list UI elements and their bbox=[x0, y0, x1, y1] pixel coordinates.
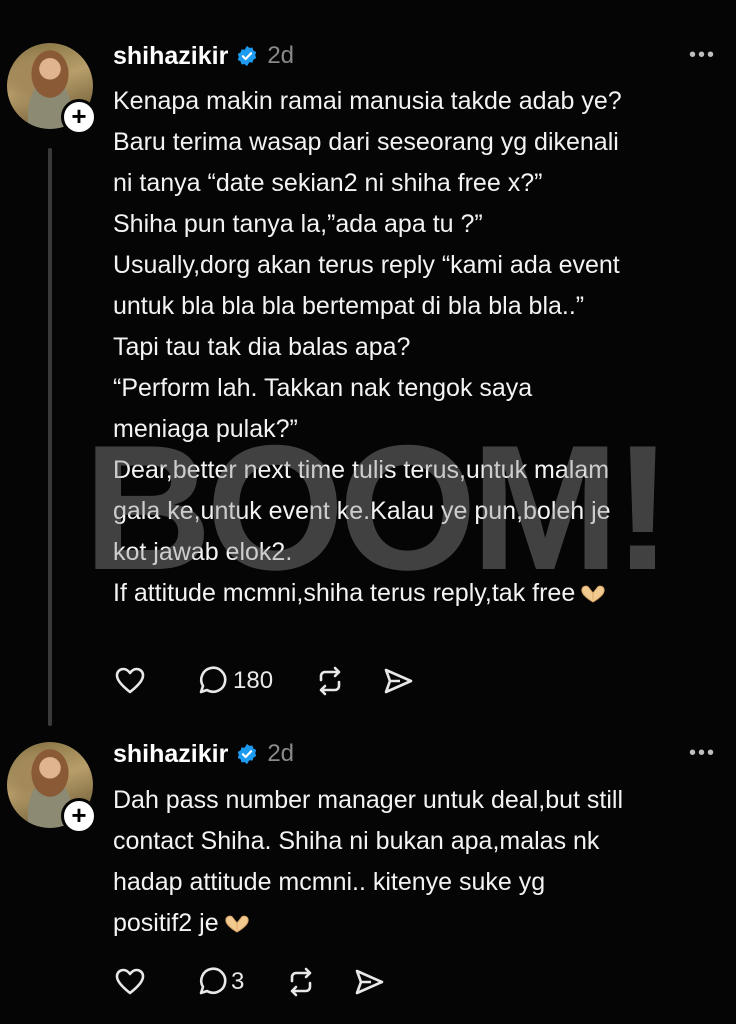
post-line: Usually,dorg akan terus reply “kami ada … bbox=[113, 251, 620, 279]
repost-button[interactable] bbox=[313, 664, 347, 698]
verified-icon bbox=[238, 45, 257, 67]
post-line: Dah pass number manager untuk deal,but s… bbox=[113, 786, 624, 814]
like-button[interactable] bbox=[113, 664, 147, 698]
post-time: 2d bbox=[267, 740, 295, 767]
post-actions: 3 bbox=[113, 962, 386, 1002]
thread-line bbox=[48, 148, 52, 726]
repost-icon bbox=[291, 967, 312, 997]
post-line-last: positif2 je bbox=[113, 903, 728, 944]
username[interactable]: shihazikir bbox=[113, 740, 228, 769]
post-line: untuk bla bla bla bertempat di bla bla b… bbox=[113, 292, 585, 320]
share-button[interactable] bbox=[381, 664, 415, 698]
reply-icon bbox=[199, 967, 227, 995]
post-line: hadap attitude mcmni.. kitenye suke yg bbox=[113, 868, 546, 896]
share-icon bbox=[356, 969, 384, 995]
post-actions: 180 bbox=[113, 661, 415, 701]
post-header: shihazikir 2d bbox=[113, 734, 294, 774]
post-line: gala ke,untuk event ke.Kalau ye pun,bole… bbox=[113, 497, 611, 525]
post-line: Tapi tau tak dia balas apa? bbox=[113, 333, 411, 361]
reply-button[interactable]: 180 bbox=[195, 664, 273, 698]
repost-icon bbox=[319, 666, 341, 696]
share-button[interactable] bbox=[352, 965, 386, 999]
follow-plus-icon[interactable]: + bbox=[61, 99, 97, 135]
heart-icon bbox=[115, 968, 145, 995]
username[interactable]: shihazikir bbox=[113, 42, 228, 71]
reply-count: 3 bbox=[231, 968, 245, 995]
like-button[interactable] bbox=[113, 965, 147, 999]
post-line: Shiha pun tanya la,”ada apa tu ?” bbox=[113, 210, 483, 238]
post-line: If attitude mcmni,shiha terus reply,tak … bbox=[113, 579, 576, 607]
reply-count: 180 bbox=[233, 667, 274, 694]
post-time: 2d bbox=[267, 42, 295, 69]
post-body: Kenapa makin ramai manusia takde adab ye… bbox=[113, 81, 728, 614]
post-line-last: If attitude mcmni,shiha terus reply,tak … bbox=[113, 573, 728, 614]
verified-icon bbox=[238, 743, 257, 765]
post-line: meniaga pulak?” bbox=[113, 415, 298, 443]
more-icon[interactable]: ••• bbox=[689, 44, 716, 67]
post-line: ni tanya “date sekian2 ni shiha free x?” bbox=[113, 169, 543, 197]
post-line: Baru terima wasap dari seseorang yg dike… bbox=[113, 128, 619, 156]
avatar-1[interactable]: + bbox=[7, 43, 97, 135]
avatar-2[interactable]: + bbox=[7, 742, 97, 834]
heart-hands-emoji bbox=[224, 916, 249, 933]
post-line: Kenapa makin ramai manusia takde adab ye… bbox=[113, 87, 622, 115]
post-line: “Perform lah. Takkan nak tengok saya bbox=[113, 374, 533, 402]
heart-hands-emoji bbox=[581, 586, 605, 603]
post-line: Dear,better next time tulis terus,untuk … bbox=[113, 456, 610, 484]
post-line: contact Shiha. Shiha ni bukan apa,malas … bbox=[113, 827, 600, 855]
post-line: positif2 je bbox=[113, 909, 219, 937]
heart-icon bbox=[115, 667, 145, 694]
repost-button[interactable] bbox=[284, 965, 318, 999]
post-body: Dah pass number manager untuk deal,but s… bbox=[113, 780, 728, 944]
post-line: kot jawab elok2. bbox=[113, 538, 293, 566]
reply-icon bbox=[199, 666, 227, 694]
share-icon bbox=[384, 668, 413, 694]
follow-plus-icon[interactable]: + bbox=[61, 798, 97, 834]
post-header: shihazikir 2d bbox=[113, 36, 294, 76]
reply-button[interactable]: 3 bbox=[195, 965, 244, 999]
more-icon[interactable]: ••• bbox=[689, 742, 716, 765]
